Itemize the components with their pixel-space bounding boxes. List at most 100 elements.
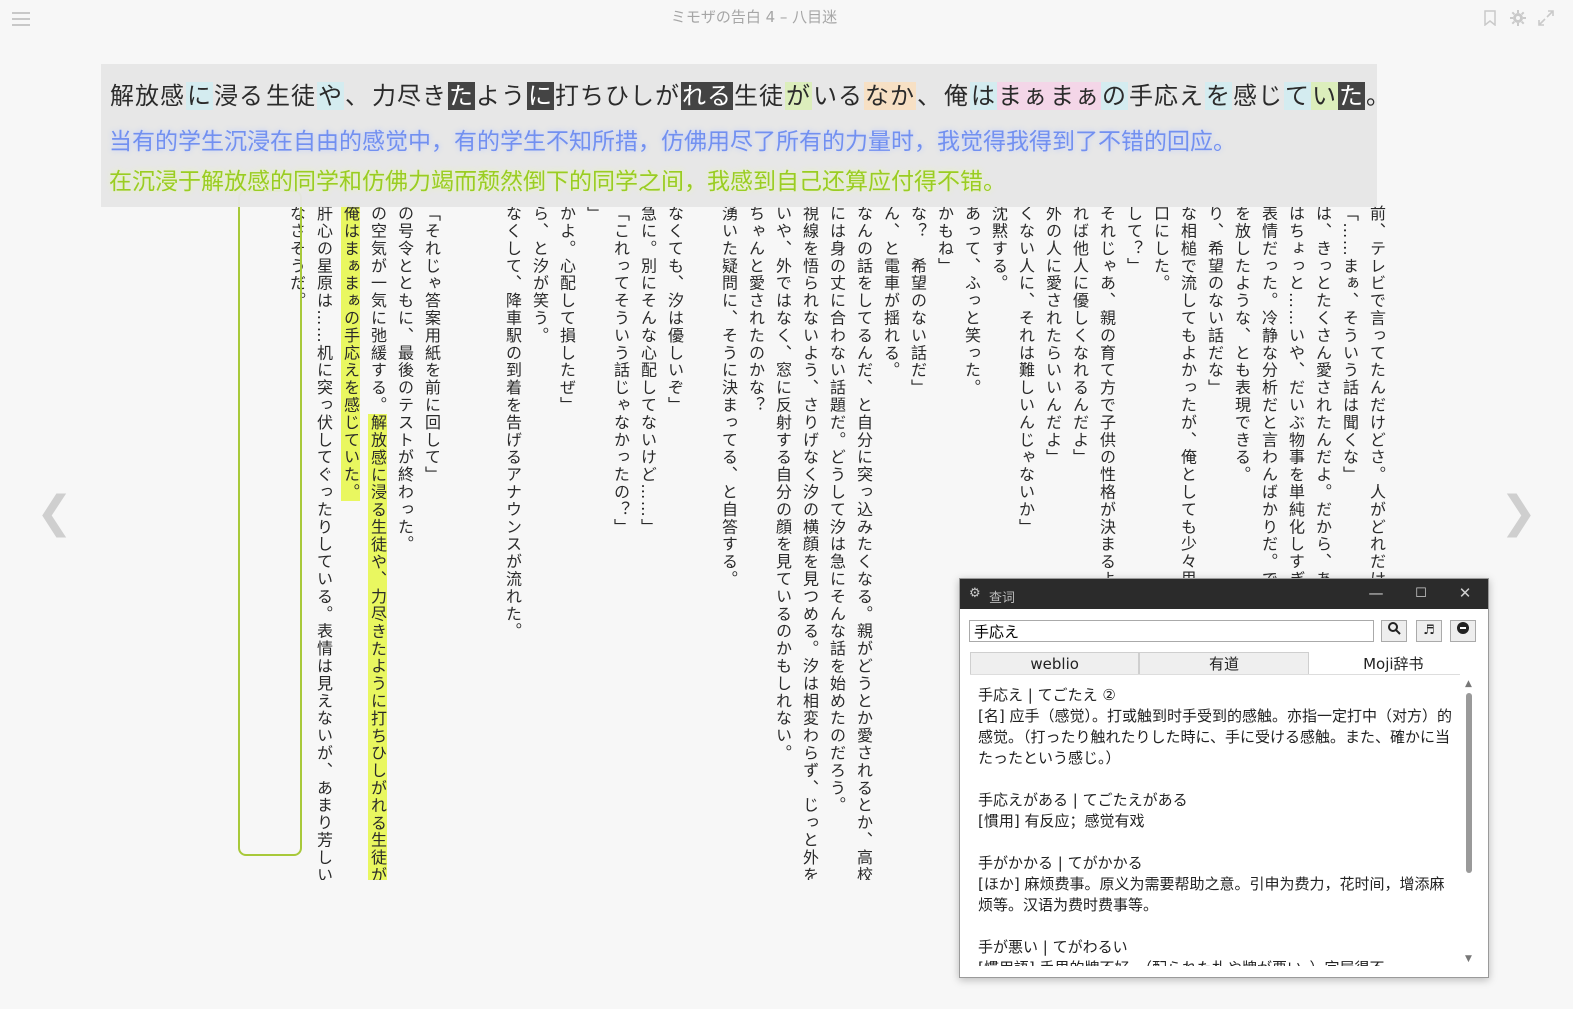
- word-token[interactable]: て: [1284, 82, 1311, 110]
- text-column[interactable]: な？ 希望のない話だ」: [904, 205, 931, 880]
- word-token[interactable]: 、: [344, 82, 371, 110]
- entry-definition: [ほか] 麻烦费事。原义为需要帮助之意。引申为费力，花时间，增添麻烦等。汉语为费…: [978, 875, 1445, 914]
- dictionary-entry: 手が悪い | てがわるい [慣用語] 手里的牌不好。（配られた札や牌が悪い。）字屋…: [978, 937, 1452, 966]
- dictionary-entry: 手応えがある | てごたえがある [慣用] 有反应；感觉有戏: [978, 790, 1452, 832]
- scroll-down-arrow[interactable]: ▼: [1465, 954, 1472, 964]
- word-token[interactable]: 俺: [943, 82, 970, 110]
- dictionary-tab[interactable]: 有道: [1139, 652, 1309, 674]
- highlighted-sentence[interactable]: 俺はまぁまぁの手応えを感じていた。: [341, 205, 360, 501]
- book-title: ミモザの告白 4 – 八目迷: [670, 8, 838, 26]
- results-scrollbar[interactable]: ▲ ▼: [1463, 679, 1475, 964]
- dictionary-tab[interactable]: weblio: [970, 652, 1140, 674]
- text-column[interactable]: ちゃんと愛されたのかな？: [742, 205, 769, 880]
- text-column[interactable]: ん、と電車が揺れる。: [877, 205, 904, 880]
- word-token[interactable]: 生徒: [265, 82, 317, 110]
- pronounce-button[interactable]: ♬: [1416, 620, 1442, 642]
- text-column[interactable]: 「これってそういう話じゃなかったの？」: [607, 205, 634, 880]
- translation-overlay: 解放感に浸る生徒や、力尽きたように打ちひしがれる生徒がいるなか、俺はまぁまぁの手…: [101, 64, 1390, 207]
- word-token[interactable]: い: [1311, 82, 1338, 110]
- word-token[interactable]: の: [1101, 82, 1128, 110]
- word-token[interactable]: や: [317, 82, 344, 110]
- close-button[interactable]: ✕: [1455, 584, 1475, 602]
- circle-icon: [1457, 622, 1469, 634]
- word-token[interactable]: 浸る: [213, 82, 265, 110]
- word-token[interactable]: 生徒: [733, 82, 785, 110]
- word-token[interactable]: まぁ: [1049, 82, 1101, 110]
- text-column[interactable]: の空気が一気に弛緩する。解放感に浸る生徒や、力尽きたように打ちひしがれる生徒がい: [364, 205, 391, 880]
- music-note-icon: ♬: [1423, 623, 1435, 638]
- word-token[interactable]: 力尽き: [371, 82, 448, 110]
- text-column[interactable]: 俺はまぁまぁの手応えを感じていた。: [337, 205, 364, 880]
- dictionary-window-title: 查词: [989, 591, 1016, 606]
- text-column[interactable]: 湧いた疑問に、そうに決まってる、と自答する。: [715, 205, 742, 880]
- dictionary-tabs: weblio 有道 Moji辞书: [970, 652, 1478, 674]
- text-column[interactable]: なくして、降車駅の到着を告げるアナウンスが流れた。: [499, 205, 526, 880]
- entry-headword: 手応え | てごたえ ②: [978, 686, 1116, 704]
- text-column[interactable]: 「それじゃ答案用紙を前に回して」: [418, 205, 445, 880]
- entry-definition: [名] 应手（感觉）。打或触到时手受到的感触。亦指一定打中（对方）的感觉。（打っ…: [978, 707, 1452, 767]
- text-column[interactable]: [472, 205, 499, 880]
- word-token[interactable]: 。: [1365, 82, 1392, 110]
- extra-button[interactable]: [1450, 620, 1476, 642]
- scroll-thumb[interactable]: [1466, 693, 1472, 873]
- bookmark-icon[interactable]: [1481, 10, 1499, 28]
- entry-headword: 手が悪い | てがわるい: [978, 938, 1128, 956]
- entry-headword: 手応えがある | てごたえがある: [978, 791, 1188, 809]
- minimize-button[interactable]: —: [1366, 584, 1386, 602]
- word-token[interactable]: が: [785, 82, 812, 110]
- text-column[interactable]: かもね」: [931, 205, 958, 880]
- text-column[interactable]: 」: [580, 205, 607, 880]
- entry-definition: [慣用語] 手里的牌不好。（配られた札や牌が悪い。）字屋得不: [978, 958, 1452, 966]
- gear-icon[interactable]: [1509, 10, 1527, 28]
- word-token[interactable]: た: [1338, 82, 1365, 110]
- scroll-up-arrow[interactable]: ▲: [1465, 679, 1472, 689]
- word-token[interactable]: まぁ: [997, 82, 1049, 110]
- search-button[interactable]: [1381, 620, 1407, 642]
- word-token[interactable]: よう: [475, 82, 527, 110]
- word-token[interactable]: た: [448, 82, 475, 110]
- text-column[interactable]: なくても、汐は優しいぞ」: [661, 205, 688, 880]
- word-token[interactable]: を: [1205, 82, 1232, 110]
- dictionary-entry: 手がかかる | てがかかる [ほか] 麻烦费事。原义为需要帮助之意。引申为费力，花…: [978, 853, 1452, 916]
- word-token[interactable]: 感じ: [1232, 82, 1284, 110]
- text-column[interactable]: 視線を悟られないよう、さりげなく汐の横顔を見つめる。汐は相変わらず、じっと外を眺…: [796, 205, 823, 880]
- translation-line-1: 当有的学生沉浸在自由的感觉中，有的学生不知所措，仿佛用尽了所有的力量时，我觉得我…: [109, 129, 1236, 155]
- text-column[interactable]: の号令とともに、最後のテストが終わった。: [391, 205, 418, 880]
- selected-sentence-highlight: [238, 190, 302, 856]
- reader-top-bar: ミモザの告白 4 – 八目迷: [0, 0, 1573, 34]
- dictionary-tab[interactable]: Moji辞书: [1308, 652, 1478, 674]
- chevron-left-icon[interactable]: ❮: [36, 488, 73, 538]
- highlighted-sentence[interactable]: 解放感に浸る生徒や、力尽きたように打ちひしがれる生徒がい: [368, 413, 387, 880]
- japanese-sentence[interactable]: 解放感に浸る生徒や、力尽きたように打ちひしがれる生徒がいるなか、俺はまぁまぁの手…: [109, 76, 1392, 111]
- text-column[interactable]: [445, 205, 472, 880]
- text-column[interactable]: [688, 205, 715, 880]
- text-column[interactable]: 急に。別にそんな心配してないけど……」: [634, 205, 661, 880]
- text-column[interactable]: かよ。心配して損したぜ」: [553, 205, 580, 880]
- expand-icon[interactable]: [1537, 10, 1555, 28]
- word-token[interactable]: なか: [864, 82, 916, 110]
- dictionary-window: ⚙ 查词 — ☐ ✕ ♬ weblio有道Moji辞书 手応え | てごたえ ②…: [959, 578, 1489, 978]
- word-token[interactable]: 手応え: [1128, 82, 1205, 110]
- word-token[interactable]: は: [970, 82, 997, 110]
- dictionary-entry: 手応え | てごたえ ② [名] 应手（感觉）。打或触到时手受到的感触。亦指一定打…: [978, 685, 1452, 769]
- translation-line-2: 在沉浸于解放感的同学和仿佛力竭而颓然倒下的同学之间，我感到自己还算应付得不错。: [109, 169, 1006, 195]
- maximize-button[interactable]: ☐: [1411, 586, 1431, 601]
- text-column[interactable]: いや、外ではなく、窓に反射する自分の顔を見ているのかもしれない。: [769, 205, 796, 880]
- text-column[interactable]: ら、と汐が笑う。: [526, 205, 553, 880]
- entry-definition: [慣用] 有反应；感觉有戏: [978, 812, 1145, 830]
- dictionary-titlebar[interactable]: ⚙ 查词 — ☐ ✕: [960, 579, 1488, 609]
- text-column[interactable]: なんの話をしてるんだ、と自分に突っ込みたくなる。親がどうとか愛されるとか、高校生…: [850, 205, 877, 880]
- word-token[interactable]: いる: [812, 82, 864, 110]
- entry-headword: 手がかかる | てがかかる: [978, 854, 1143, 872]
- word-token[interactable]: 打ちひしが: [554, 82, 681, 110]
- text-column[interactable]: 肝心の星原は……机に突っ伏してぐったりしている。表情は見えないが、あまり芳しい結: [310, 205, 337, 880]
- search-icon: [1388, 622, 1401, 635]
- word-token[interactable]: に: [186, 82, 213, 110]
- lookup-input[interactable]: [969, 620, 1374, 642]
- word-token[interactable]: 、: [916, 82, 943, 110]
- word-token[interactable]: 解放感: [109, 82, 186, 110]
- word-token[interactable]: に: [527, 82, 554, 110]
- chevron-right-icon[interactable]: ❯: [1500, 488, 1537, 538]
- text-column[interactable]: には身の丈に合わない話題だ。どうして汐は急にそんな話を始めたのだろう。: [823, 205, 850, 880]
- word-token[interactable]: れる: [681, 82, 733, 110]
